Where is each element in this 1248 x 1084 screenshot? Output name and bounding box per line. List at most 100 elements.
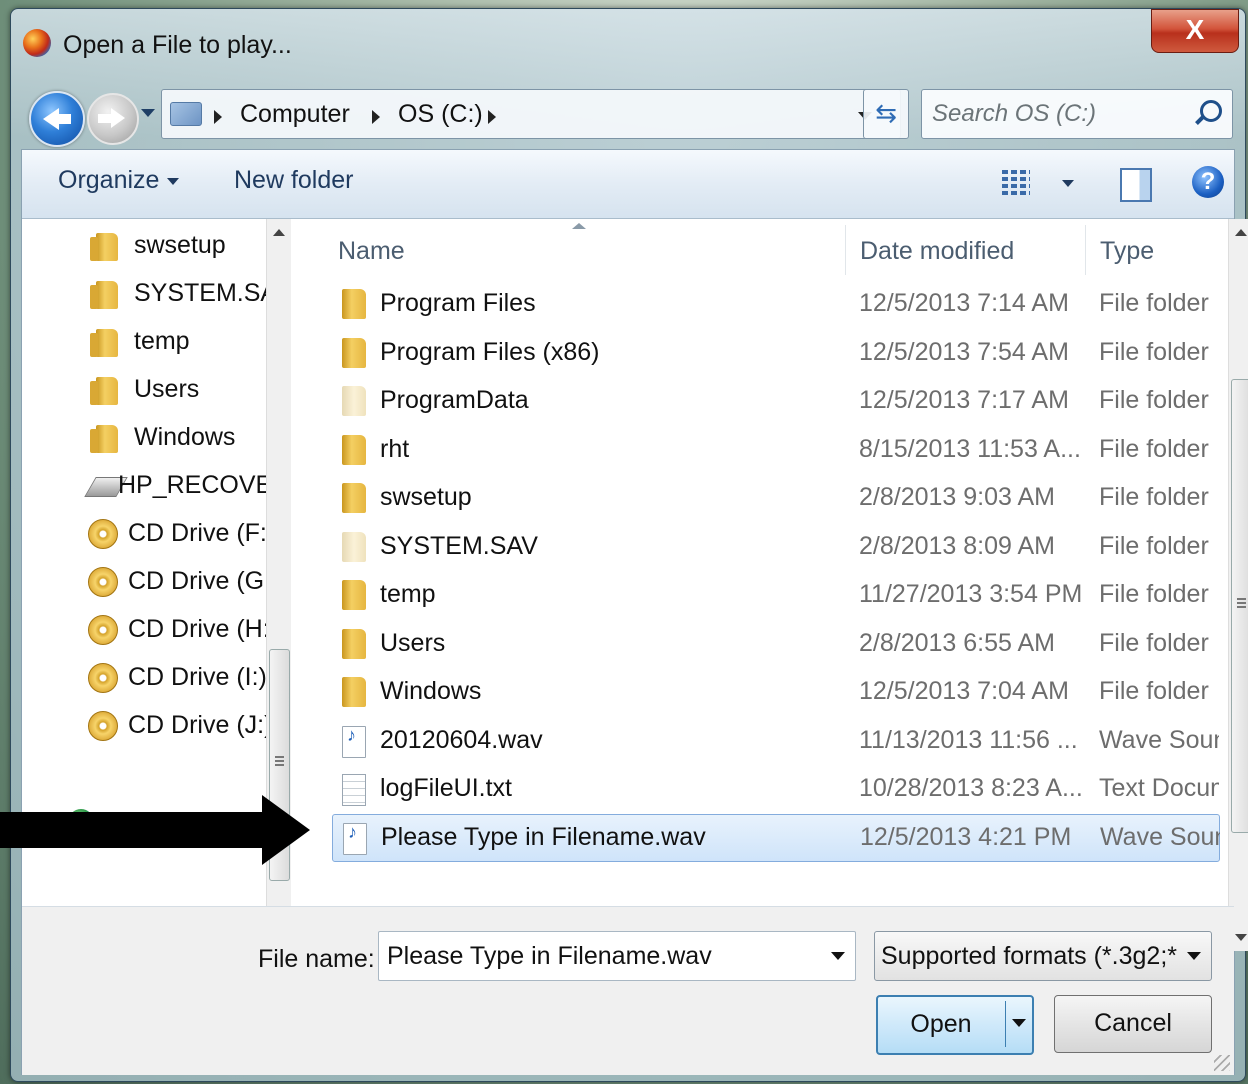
refresh-button[interactable]: ⇆ xyxy=(863,89,909,139)
search-box[interactable] xyxy=(921,89,1233,139)
file-type-cell: Wave Sound xyxy=(1099,725,1219,754)
back-button[interactable] xyxy=(29,91,85,147)
file-name-cell: Program Files xyxy=(380,289,536,317)
folder-icon xyxy=(90,281,118,309)
resize-grip[interactable] xyxy=(1214,1055,1230,1071)
address-bar[interactable]: Computer OS (C:) xyxy=(161,89,901,139)
scroll-up-icon[interactable] xyxy=(273,229,285,236)
file-row[interactable]: Users 2/8/2013 6:55 AM File folder xyxy=(332,621,1218,667)
wav-file-icon xyxy=(342,725,366,758)
cancel-button[interactable]: Cancel xyxy=(1054,995,1212,1053)
file-row[interactable]: logFileUI.txt 10/28/2013 8:23 A... Text Do… xyxy=(332,766,1219,812)
breadcrumb-separator-icon[interactable] xyxy=(214,110,222,124)
nav-item-label: swsetup xyxy=(134,231,226,259)
file-type-cell: Text Document xyxy=(1099,774,1219,802)
file-row[interactable]: ProgramData 12/5/2013 7:17 AM File folder xyxy=(332,378,1218,424)
file-name-cell: SYSTEM.SAV xyxy=(380,531,538,560)
nav-item-label: SYSTEM.SAV xyxy=(134,279,286,307)
date-modified-cell: 2/8/2013 9:03 AM xyxy=(859,483,1055,511)
file-type-cell: File folder xyxy=(1099,580,1209,608)
file-row[interactable]: Program Files 12/5/2013 7:14 AM File folde… xyxy=(332,281,1218,327)
recent-pages-dropdown[interactable] xyxy=(141,109,155,117)
file-type-filter[interactable]: Supported formats (*.3g2;*.3gp xyxy=(874,931,1212,981)
file-name-panel: File name: Supported formats (*.3g2;*.3g… xyxy=(22,906,1234,1075)
breadcrumb-os-c[interactable]: OS (C:) xyxy=(398,100,483,129)
chevron-down-icon[interactable] xyxy=(1187,952,1201,960)
breadcrumb-separator-icon[interactable] xyxy=(488,110,496,124)
folder-icon xyxy=(90,425,118,453)
close-button[interactable]: X xyxy=(1151,9,1239,53)
title-bar[interactable]: Open a File to play... X xyxy=(11,9,1245,79)
cd-drive-icon xyxy=(88,663,118,693)
breadcrumb-separator-icon[interactable] xyxy=(372,110,380,124)
scrollbar-thumb[interactable] xyxy=(1231,379,1248,833)
column-header-label: Date modified xyxy=(860,237,1015,265)
column-header-date-modified[interactable]: Date modified xyxy=(846,219,1084,279)
column-header-name[interactable]: Name xyxy=(302,219,844,279)
file-name-cell: Please Type in Filename.wav xyxy=(381,822,706,851)
file-type-cell: File folder xyxy=(1099,483,1209,511)
nav-item-label: CD Drive (H:) xyxy=(128,615,278,643)
search-input[interactable] xyxy=(930,96,1194,132)
date-modified-cell: 10/28/2013 8:23 A... xyxy=(859,774,1083,802)
file-row[interactable]: Program Files (x86) 12/5/2013 7:54 AM File… xyxy=(332,330,1218,376)
scroll-up-icon[interactable] xyxy=(1235,229,1247,236)
scroll-down-icon[interactable] xyxy=(1235,934,1247,941)
date-modified-cell: 12/5/2013 4:21 PM xyxy=(860,822,1072,851)
file-row[interactable]: swsetup 2/8/2013 9:03 AM File folder xyxy=(332,475,1218,521)
file-row[interactable]: Please Type in Filename.wav 12/5/2013 4:2… xyxy=(332,813,1220,862)
chevron-down-icon[interactable] xyxy=(831,952,845,960)
date-modified-cell: 12/5/2013 7:04 AM xyxy=(859,677,1069,705)
nav-item-label: Users xyxy=(134,375,200,403)
file-row[interactable]: SYSTEM.SAV 2/8/2013 8:09 AM File folder xyxy=(332,524,1218,570)
column-header-label: Name xyxy=(338,237,405,265)
column-header-type[interactable]: Type xyxy=(1086,219,1226,279)
preview-pane-icon[interactable] xyxy=(1120,168,1152,202)
date-modified-cell: 11/27/2013 3:54 PM xyxy=(859,580,1083,608)
new-folder-button[interactable]: New folder xyxy=(234,166,354,195)
search-icon[interactable] xyxy=(1200,100,1222,122)
file-type-cell: File folder xyxy=(1099,434,1209,463)
date-modified-cell: 2/8/2013 8:09 AM xyxy=(859,531,1055,560)
folder-icon xyxy=(342,531,366,562)
computer-icon xyxy=(170,102,202,126)
cd-drive-icon xyxy=(88,567,118,597)
file-type-cell: File folder xyxy=(1099,531,1209,560)
folder-icon xyxy=(90,233,118,261)
file-type-cell: File folder xyxy=(1099,289,1209,317)
file-list-vertical-scrollbar[interactable] xyxy=(1228,219,1248,951)
change-view-icon[interactable] xyxy=(1002,168,1030,196)
nav-item-label: Windows xyxy=(134,423,236,451)
folder-icon xyxy=(342,337,366,368)
file-name-input[interactable] xyxy=(385,938,819,974)
file-row[interactable]: 20120604.wav 11/13/2013 11:56 ... Wave Sou… xyxy=(332,718,1219,764)
file-name-cell: 20120604.wav xyxy=(380,725,543,754)
open-options-dropdown-icon[interactable] xyxy=(1012,1019,1026,1027)
open-button[interactable]: Open xyxy=(876,995,1034,1055)
wav-file-icon xyxy=(343,822,367,855)
date-modified-cell: 11/13/2013 11:56 ... xyxy=(859,725,1078,754)
help-icon[interactable]: ? xyxy=(1192,166,1224,198)
dialog-client-area: Organize New folder ? swsetup SYSTEM.SAV… xyxy=(21,149,1248,1075)
view-options-dropdown[interactable] xyxy=(1062,180,1074,187)
folder-icon xyxy=(342,386,366,416)
file-row[interactable]: Windows 12/5/2013 7:04 AM File folder xyxy=(332,669,1218,715)
command-bar: Organize New folder ? xyxy=(22,150,1234,219)
folder-icon xyxy=(90,329,118,357)
file-name-cell: Users xyxy=(380,628,446,657)
file-list: Name Date modified Type Program Files 12/… xyxy=(302,219,1228,951)
text-file-icon xyxy=(342,774,366,806)
file-name-combobox[interactable] xyxy=(378,931,856,981)
forward-button[interactable] xyxy=(87,93,139,145)
date-modified-cell: 12/5/2013 7:54 AM xyxy=(859,337,1069,366)
nav-item-label: CD Drive (I:) xyxy=(128,663,267,691)
organize-button[interactable]: Organize xyxy=(58,166,180,195)
file-row[interactable]: temp 11/27/2013 3:54 PM File folder xyxy=(332,572,1218,618)
breadcrumb-computer[interactable]: Computer xyxy=(240,100,350,129)
file-name-label: File name: xyxy=(258,945,375,973)
date-modified-cell: 2/8/2013 6:55 AM xyxy=(859,628,1055,657)
file-name-cell: swsetup xyxy=(380,483,472,511)
chevron-down-icon xyxy=(167,177,180,185)
date-modified-cell: 12/5/2013 7:14 AM xyxy=(859,289,1069,317)
file-row[interactable]: rht 8/15/2013 11:53 A... File folder xyxy=(332,427,1218,473)
